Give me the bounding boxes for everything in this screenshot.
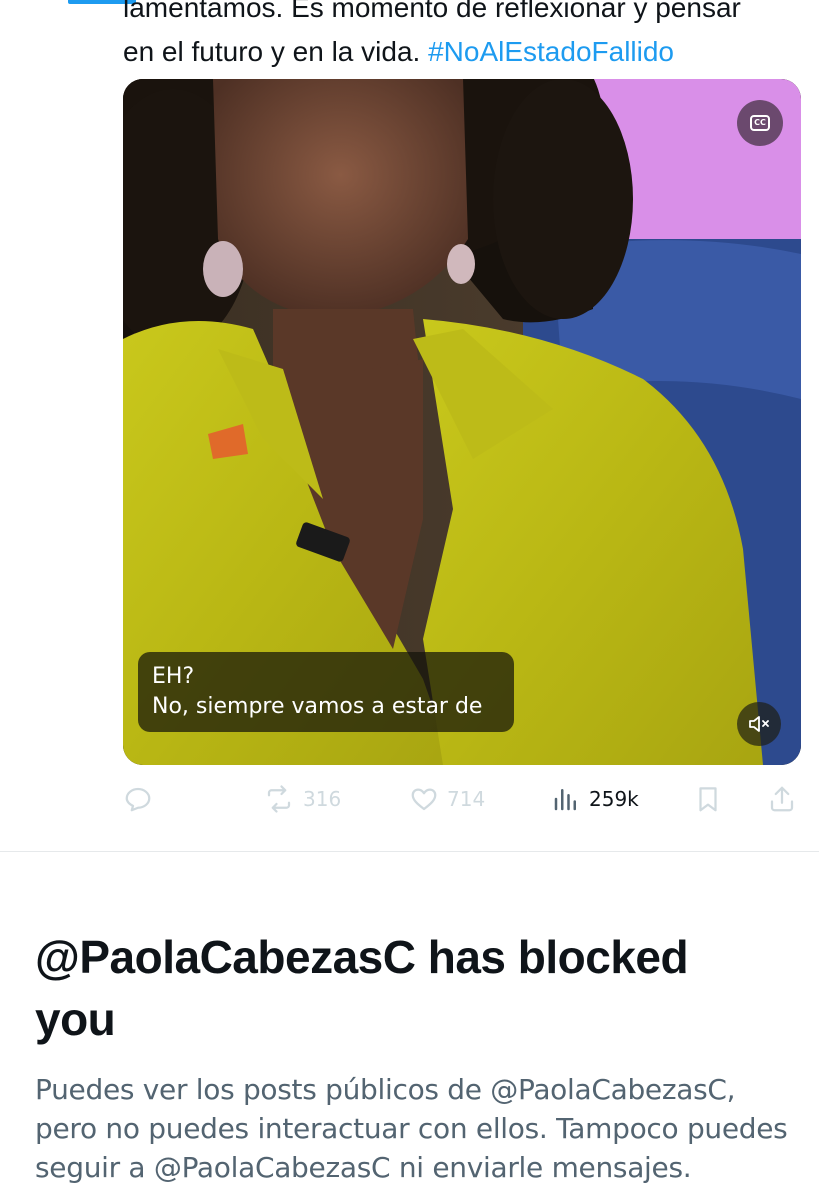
video-caption: EH? No, siempre vamos a estar de xyxy=(138,652,514,732)
bookmark-button[interactable] xyxy=(693,778,723,820)
like-button[interactable]: 714 xyxy=(409,778,485,820)
tweet-text-line-1: lamentamos. Es momento de reflexionar y … xyxy=(123,0,741,23)
views-button[interactable]: 259k xyxy=(551,778,639,820)
caption-line-2: No, siempre vamos a estar de xyxy=(152,694,483,719)
share-icon xyxy=(770,786,794,812)
caption-line-1: EH? xyxy=(152,664,195,689)
blocked-title-line-2: you xyxy=(35,993,116,1045)
video-player[interactable]: CC EH? No, siempre vamos a estar de xyxy=(123,79,801,765)
tweet-text-line-2: en el futuro y en la vida. #NoAlEstadoFa… xyxy=(123,30,813,74)
blocked-title-line-1: @PaolaCabezasC has blocked xyxy=(35,931,689,983)
retweet-button[interactable]: 316 xyxy=(263,778,341,820)
share-button[interactable] xyxy=(767,778,797,820)
views-bar-chart-icon xyxy=(554,789,576,811)
retweet-count: 316 xyxy=(303,787,342,811)
reply-icon xyxy=(125,787,151,812)
reply-button[interactable] xyxy=(123,778,153,820)
like-count: 714 xyxy=(447,787,486,811)
tweet-text: lamentamos. Es momento de reflexionar y … xyxy=(123,0,813,74)
views-count: 259k xyxy=(589,787,639,811)
tweet-text-plain: en el futuro y en la vida. xyxy=(123,36,421,67)
closed-captions-icon: CC xyxy=(750,115,770,131)
retweet-icon xyxy=(267,785,291,813)
blocked-desc-line-3: seguir a @PaolaCabezasC ni enviarle mens… xyxy=(35,1151,692,1184)
blocked-desc-line-1: Puedes ver los posts públicos de @PaolaC… xyxy=(35,1073,736,1106)
blocked-notice-title: @PaolaCabezasC has blocked you xyxy=(35,926,805,1050)
blocked-desc-line-2: pero no puedes interactuar con ellos. Ta… xyxy=(35,1112,788,1145)
bookmark-icon xyxy=(699,787,717,812)
blocked-notice-description: Puedes ver los posts públicos de @PaolaC… xyxy=(35,1070,805,1187)
hashtag-link[interactable]: #NoAlEstadoFallido xyxy=(428,36,674,67)
volume-muted-icon xyxy=(749,716,769,732)
closed-captions-button[interactable]: CC xyxy=(737,100,783,146)
section-divider xyxy=(0,851,819,852)
mute-button[interactable] xyxy=(737,702,781,746)
tweet-actions-bar: 316 714 259k xyxy=(123,778,813,820)
heart-icon xyxy=(411,788,437,811)
